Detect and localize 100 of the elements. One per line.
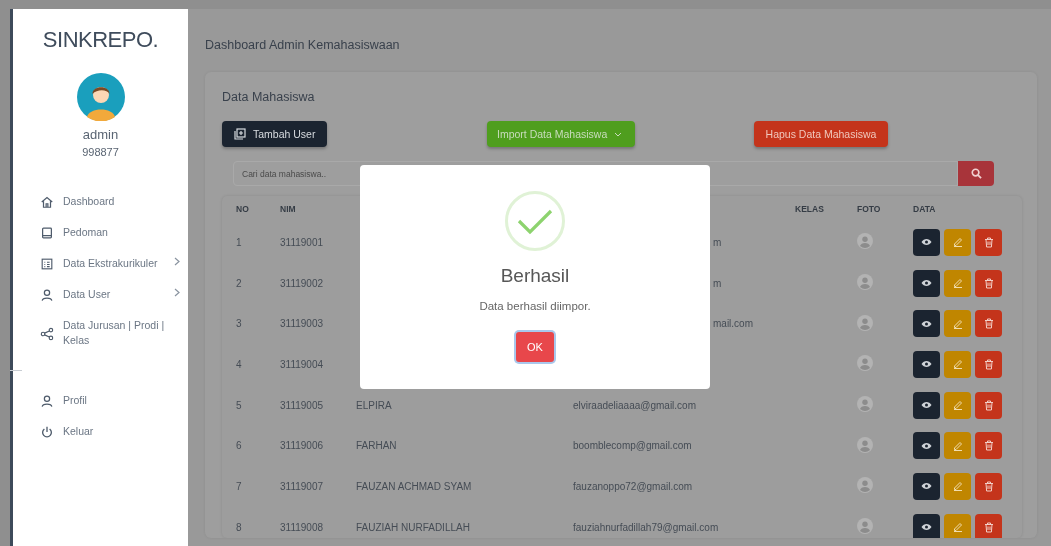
page-title: Dashboard Admin Kemahasiswaan xyxy=(205,37,401,54)
email-cell-text: mail.com xyxy=(712,318,754,330)
row-number: 4 xyxy=(236,358,243,370)
ok-button[interactable]: OK xyxy=(516,332,554,362)
view-button[interactable] xyxy=(913,513,940,538)
add-copy-icon xyxy=(234,128,246,140)
email-cell-text: boomblecomp@gmail.com xyxy=(573,440,693,452)
delete-button[interactable] xyxy=(975,269,1002,297)
delete-button[interactable] xyxy=(975,432,1002,460)
column-header: NIM xyxy=(280,204,297,214)
eye-icon xyxy=(921,238,932,247)
row-number: 8 xyxy=(236,521,243,533)
delete-button[interactable] xyxy=(975,350,1002,378)
trash-icon xyxy=(983,399,994,411)
view-button[interactable] xyxy=(913,472,940,500)
avatar-placeholder-icon xyxy=(857,355,873,372)
app-logo: SINKREPO. xyxy=(41,26,160,53)
eye-icon xyxy=(921,441,932,450)
check-circle-icon xyxy=(505,191,565,251)
pencil-icon xyxy=(952,400,963,411)
delete-button[interactable] xyxy=(975,310,1002,338)
avatar-placeholder-icon xyxy=(857,274,873,291)
card-title: Data Mahasiswa xyxy=(222,90,316,104)
view-button[interactable] xyxy=(913,269,940,297)
avatar-placeholder-icon xyxy=(857,518,873,535)
menu-item[interactable]: Pedoman xyxy=(40,225,180,240)
view-button[interactable] xyxy=(913,228,940,256)
avatar-placeholder-icon xyxy=(857,233,873,250)
nim-cell-text: 31119006 xyxy=(280,440,324,452)
search-icon xyxy=(970,168,982,179)
user-icon xyxy=(40,288,54,302)
dialog-title: Berhasil xyxy=(500,265,570,287)
eye-icon xyxy=(921,523,932,532)
eye-icon xyxy=(921,279,932,288)
eye-icon xyxy=(921,360,932,369)
eye-icon xyxy=(921,401,932,410)
menu-item[interactable]: Data Ekstrakurikuler xyxy=(40,256,180,271)
row-number: 1 xyxy=(236,236,243,248)
menu-item[interactable]: Profil xyxy=(40,393,180,408)
dialog-message: Data berhasil diimpor. xyxy=(479,300,591,312)
pencil-icon xyxy=(952,440,963,451)
trash-icon xyxy=(983,318,994,330)
pencil-icon xyxy=(952,481,963,492)
pencil-icon xyxy=(952,278,963,289)
search-button[interactable] xyxy=(958,161,994,186)
eye-icon xyxy=(921,319,932,328)
row-number: 3 xyxy=(236,318,243,330)
nim-cell-text: 31119002 xyxy=(280,277,324,289)
add-user-button[interactable]: Tambah User xyxy=(222,121,327,147)
name-cell-text: FAUZAN ACHMAD SYAM xyxy=(356,480,473,492)
avatar-icon xyxy=(76,73,125,121)
view-button[interactable] xyxy=(913,350,940,378)
pencil-icon xyxy=(952,318,963,329)
power-icon xyxy=(40,425,54,439)
trash-icon xyxy=(983,480,994,492)
column-header: FOTO xyxy=(857,204,882,214)
name-cell-text: ELPIRA xyxy=(356,399,393,411)
avatar-placeholder-icon xyxy=(857,396,873,413)
home-icon xyxy=(40,195,54,209)
menu-item[interactable]: Data User xyxy=(40,287,180,302)
view-button[interactable] xyxy=(913,391,940,419)
nim-cell-text: 31119001 xyxy=(280,236,324,248)
pencil-icon xyxy=(952,359,963,370)
column-header: NO xyxy=(236,204,250,214)
view-button[interactable] xyxy=(913,432,940,460)
user-name: admin xyxy=(81,127,120,142)
book-icon xyxy=(40,226,54,240)
share-icon xyxy=(40,326,54,341)
name-cell-text: FAUZIAH NURFADILLAH xyxy=(356,521,471,533)
avatar-placeholder-icon xyxy=(857,314,873,331)
trash-icon xyxy=(983,358,994,370)
delete-button[interactable] xyxy=(975,513,1002,538)
user-id: 998877 xyxy=(81,146,120,158)
column-header: KELAS xyxy=(795,204,825,214)
email-cell-text: m xyxy=(712,236,723,248)
menu-item[interactable]: Data Jurusan | Prodi | Kelas xyxy=(40,318,180,348)
pencil-icon xyxy=(952,237,963,248)
avatar-placeholder-icon xyxy=(857,436,873,453)
delete-all-button[interactable]: Hapus Data Mahasiswa xyxy=(754,121,888,147)
email-cell-text: elviraadeliaaaa@gmail.com xyxy=(573,399,697,411)
trash-icon xyxy=(983,440,994,452)
trash-icon xyxy=(983,521,994,533)
menu-item[interactable]: Dashboard xyxy=(40,194,180,209)
delete-button[interactable] xyxy=(975,228,1002,256)
pencil-icon xyxy=(952,522,963,533)
avatar-placeholder-icon xyxy=(857,477,873,494)
view-button[interactable] xyxy=(913,310,940,338)
nim-cell-text: 31119004 xyxy=(280,358,324,370)
row-number: 7 xyxy=(236,480,243,492)
column-header: DATA xyxy=(913,204,937,214)
menu-item[interactable]: Keluar xyxy=(40,424,180,439)
row-number: 5 xyxy=(236,399,243,411)
delete-button[interactable] xyxy=(975,472,1002,500)
email-cell-text: m xyxy=(712,277,723,289)
trash-icon xyxy=(983,236,994,248)
delete-button[interactable] xyxy=(975,391,1002,419)
nim-cell-text: 31119007 xyxy=(280,480,324,492)
user-icon xyxy=(40,394,54,408)
trash-icon xyxy=(983,277,994,289)
email-cell-text: fauzanoppo72@gmail.com xyxy=(573,480,694,492)
